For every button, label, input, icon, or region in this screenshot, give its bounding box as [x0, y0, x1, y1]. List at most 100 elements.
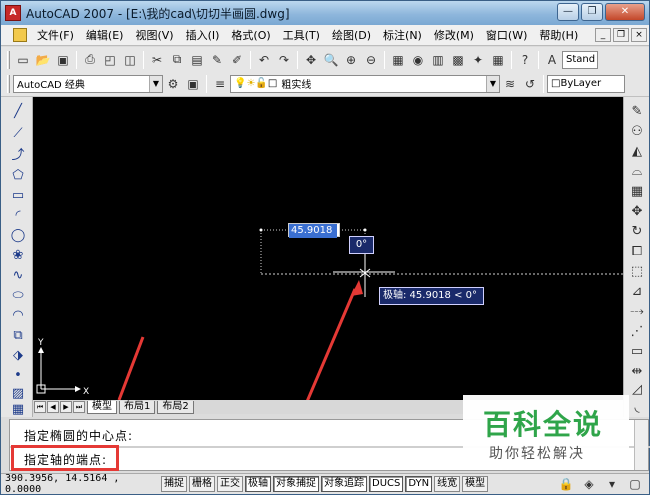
comm-center-icon[interactable]: ◈ [580, 475, 598, 493]
new-file-icon[interactable]: ▭ [14, 51, 32, 69]
angle-input-field[interactable]: 0° [349, 236, 374, 254]
menu-window[interactable]: 窗口(W) [480, 27, 533, 43]
mirror-icon[interactable]: ◭ [628, 143, 646, 161]
point-icon[interactable]: • [9, 367, 27, 385]
properties-icon[interactable]: ▦ [389, 51, 407, 69]
clean-screen-icon[interactable]: ▢ [626, 475, 644, 493]
sheet-set-icon[interactable]: ▩ [449, 51, 467, 69]
command-scrollbar[interactable] [634, 420, 648, 470]
markup-icon[interactable]: ✦ [469, 51, 487, 69]
menu-draw[interactable]: 绘图(D) [326, 27, 377, 43]
lock-icon[interactable]: 🔒 [557, 475, 575, 493]
chevron-down-icon[interactable]: ▼ [149, 75, 162, 92]
offset-icon[interactable]: ⌓ [628, 163, 646, 181]
menu-edit[interactable]: 编辑(E) [80, 27, 130, 43]
gradient-icon[interactable]: ▦ [9, 401, 27, 419]
revision-cloud-icon[interactable]: ❀ [9, 247, 27, 265]
menu-modify[interactable]: 修改(M) [428, 27, 480, 43]
menu-file[interactable]: 文件(F) [31, 27, 80, 43]
polygon-icon[interactable]: ⬠ [9, 167, 27, 185]
osnap-toggle[interactable]: 对象捕捉 [273, 476, 319, 492]
print-icon[interactable]: ⎙ [81, 51, 99, 69]
first-tab-button[interactable]: ⏮ [34, 401, 46, 413]
dynamic-input-field[interactable]: 45.9018 [288, 223, 340, 238]
spline-icon[interactable]: ∿ [9, 267, 27, 285]
tab-layout2[interactable]: 布局2 [157, 400, 194, 414]
coordinate-readout[interactable]: 390.3956, 14.5164 , 0.0000 [1, 473, 161, 495]
color-combo[interactable]: □ ByLayer [547, 74, 625, 93]
match-properties-icon[interactable]: ✎ [208, 51, 226, 69]
copy-object-icon[interactable]: ⚇ [628, 123, 646, 141]
polyline-icon[interactable]: ⤴ [9, 147, 27, 165]
otrack-toggle[interactable]: 对象追踪 [321, 476, 367, 492]
toolbar-grip[interactable] [7, 74, 10, 93]
move-icon[interactable]: ✥ [628, 203, 646, 221]
ellipse-icon[interactable]: ⬭ [9, 287, 27, 305]
break-at-point-icon[interactable]: ⋰ [628, 323, 646, 341]
zoom-window-icon[interactable]: ⊕ [342, 51, 360, 69]
extend-icon[interactable]: ⤏ [628, 303, 646, 321]
doc-minimize-button[interactable]: _ [595, 28, 611, 42]
block-editor-icon[interactable]: ✐ [228, 51, 246, 69]
doc-close-button[interactable]: × [631, 28, 647, 42]
chevron-down-icon[interactable]: ▼ [486, 75, 499, 92]
drawing-canvas[interactable]: Y X 45.9018 0° 极轴: 45.9018 < 0° [33, 97, 623, 400]
save-icon[interactable]: ▣ [54, 51, 72, 69]
layer-manager-icon[interactable]: ≡ [211, 75, 229, 93]
menu-view[interactable]: 视图(V) [129, 27, 179, 43]
text-style-icon[interactable]: A [543, 51, 561, 69]
document-icon[interactable] [13, 28, 27, 42]
model-toggle[interactable]: 模型 [462, 476, 489, 492]
doc-restore-button[interactable]: ❐ [613, 28, 629, 42]
erase-icon[interactable]: ✎ [628, 103, 646, 121]
my-workspace-icon[interactable]: ▣ [184, 75, 202, 93]
help-icon[interactable]: ? [516, 51, 534, 69]
workspace-settings-icon[interactable]: ⚙ [164, 75, 182, 93]
snap-toggle[interactable]: 捕捉 [161, 476, 187, 492]
circle-icon[interactable]: ◯ [9, 227, 27, 245]
insert-block-icon[interactable]: ⧉ [9, 327, 27, 345]
ortho-toggle[interactable]: 正交 [217, 476, 243, 492]
grid-toggle[interactable]: 栅格 [189, 476, 215, 492]
last-tab-button[interactable]: ⏭ [73, 401, 85, 413]
chamfer-icon[interactable]: ◿ [628, 381, 646, 399]
join-icon[interactable]: ⇹ [628, 363, 646, 381]
layer-combo[interactable]: 💡 ☀ 🔓 □ 粗实线 ▼ [230, 74, 500, 93]
fillet-icon[interactable]: ◟ [628, 399, 646, 417]
workspace-combo[interactable]: AutoCAD 经典 ▼ [13, 74, 163, 93]
break-icon[interactable]: ▭ [628, 343, 646, 361]
menu-tools[interactable]: 工具(T) [277, 27, 326, 43]
calculator-icon[interactable]: ▦ [489, 51, 507, 69]
layer-previous-icon[interactable]: ↺ [521, 75, 539, 93]
tray-settings-icon[interactable]: ▾ [603, 475, 621, 493]
dyn-toggle[interactable]: DYN [405, 476, 433, 492]
menu-dimension[interactable]: 标注(N) [377, 27, 428, 43]
publish-icon[interactable]: ◫ [121, 51, 139, 69]
print-preview-icon[interactable]: ◰ [101, 51, 119, 69]
text-style-combo[interactable]: Stand [562, 50, 598, 69]
arc-icon[interactable]: ◜ [9, 207, 27, 225]
design-center-icon[interactable]: ◉ [409, 51, 427, 69]
tab-layout1[interactable]: 布局1 [119, 400, 156, 414]
trim-icon[interactable]: ⊿ [628, 283, 646, 301]
minimize-button[interactable]: — [557, 3, 579, 21]
make-current-layer-icon[interactable]: ≋ [501, 75, 519, 93]
pan-icon[interactable]: ✥ [302, 51, 320, 69]
scale-icon[interactable]: ⧠ [628, 243, 646, 261]
copy-icon[interactable]: ⧉ [168, 51, 186, 69]
open-file-icon[interactable]: 📂 [34, 51, 52, 69]
rotate-icon[interactable]: ↻ [628, 223, 646, 241]
array-icon[interactable]: ▦ [628, 183, 646, 201]
restore-button[interactable]: ❐ [581, 3, 603, 21]
zoom-previous-icon[interactable]: ⊖ [362, 51, 380, 69]
stretch-icon[interactable]: ⬚ [628, 263, 646, 281]
tab-model[interactable]: 模型 [87, 400, 117, 414]
paste-icon[interactable]: ▤ [188, 51, 206, 69]
undo-icon[interactable]: ↶ [255, 51, 273, 69]
close-button[interactable]: ✕ [605, 3, 645, 21]
line-icon[interactable]: ╱ [9, 103, 27, 121]
ducs-toggle[interactable]: DUCS [369, 476, 404, 492]
autocad-app-icon[interactable]: A [5, 5, 21, 21]
toolbar-grip[interactable] [7, 50, 10, 69]
ellipse-arc-icon[interactable]: ◠ [9, 307, 27, 325]
